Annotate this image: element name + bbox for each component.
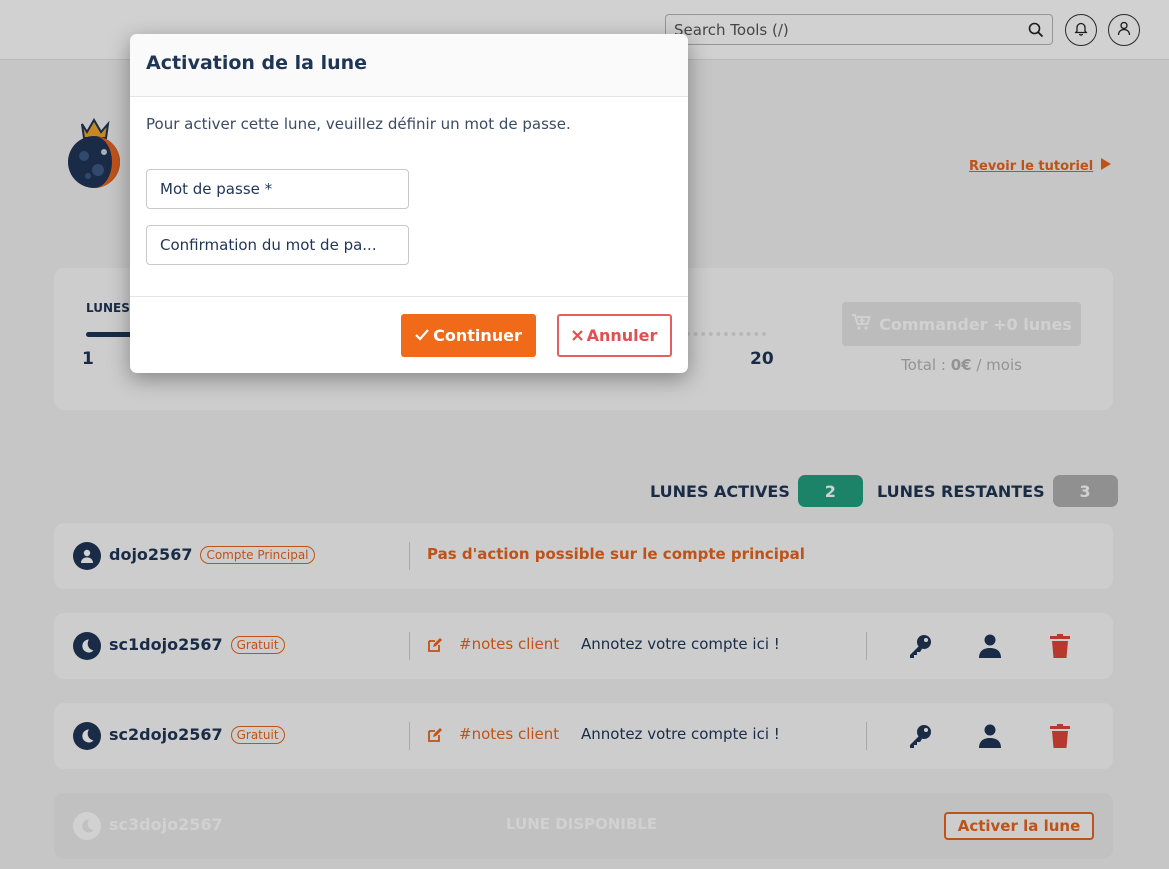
activation-modal: Activation de la lune Pour activer cette… bbox=[130, 34, 688, 373]
continue-button-label: Continuer bbox=[433, 326, 522, 345]
modal-footer: Continuer Annuler bbox=[130, 296, 688, 373]
modal-description: Pour activer cette lune, veuillez défini… bbox=[146, 115, 571, 133]
cancel-button[interactable]: Annuler bbox=[557, 314, 672, 357]
close-icon bbox=[571, 326, 583, 345]
continue-button[interactable]: Continuer bbox=[401, 314, 536, 357]
check-icon bbox=[415, 326, 429, 345]
cancel-button-label: Annuler bbox=[586, 326, 658, 345]
password-field bbox=[146, 169, 409, 209]
confirm-password-field bbox=[146, 225, 409, 265]
modal-header: Activation de la lune bbox=[130, 34, 688, 97]
modal-title: Activation de la lune bbox=[146, 52, 368, 74]
confirm-password-input[interactable] bbox=[147, 226, 408, 264]
password-input[interactable] bbox=[147, 170, 408, 208]
